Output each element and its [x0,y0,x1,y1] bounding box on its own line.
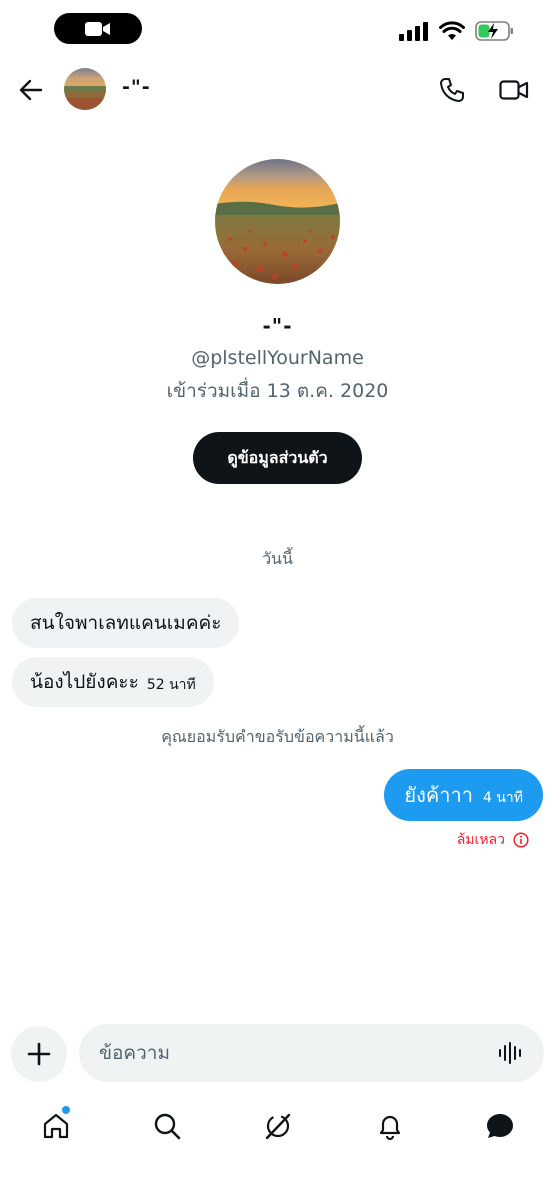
nav-home[interactable] [36,1106,76,1146]
profile-joined-date: เข้าร่วมเมื่อ 13 ต.ค. 2020 [166,380,389,402]
request-accepted-notice: คุณยอมรับคำขอรับข้อความนี้แล้ว [161,727,394,746]
search-icon [154,1113,181,1140]
profile-handle: @plstellYourName [191,347,364,369]
nav-grok[interactable] [258,1106,298,1146]
nav-messages[interactable] [480,1106,520,1146]
message-bubble-incoming[interactable]: น้องไปยังคะะ 52 นาที [12,657,214,707]
home-icon [43,1113,69,1139]
profile-name: -"- [262,314,293,338]
back-button[interactable] [16,75,46,105]
bottom-navigation [0,1100,555,1150]
video-call-button[interactable] [497,74,531,106]
message-text: ยังค้าาา [404,783,473,807]
status-bar [0,0,555,60]
landscape-profile-image [215,159,340,284]
phone-icon [440,78,464,102]
failed-label: ล้มเหลว [456,832,505,848]
message-composer [79,1024,544,1082]
nav-notifications[interactable] [370,1106,410,1146]
voice-message-icon[interactable] [498,1041,524,1065]
video-call-icon [499,80,529,100]
conversation-header: -"- [0,60,555,120]
wifi-icon [439,21,465,40]
nav-search[interactable] [147,1106,187,1146]
add-media-button[interactable] [11,1026,67,1082]
landscape-avatar-image [64,68,106,110]
message-bubble-incoming[interactable]: สนใจพาเลทแคนเมคค่ะ [12,598,240,648]
back-arrow-icon [19,79,43,101]
info-icon [513,832,529,848]
message-bubble-outgoing[interactable]: ยังค้าาา 4 นาที [384,769,543,821]
send-failed-status[interactable]: ล้มเหลว [457,829,529,851]
profile-avatar[interactable] [215,159,340,284]
battery-charging-icon [475,21,513,41]
message-input[interactable] [99,1042,498,1064]
screen-recording-pill [54,13,142,44]
messages-icon [487,1114,513,1138]
header-name[interactable]: -"- [122,76,151,98]
voice-call-button[interactable] [436,74,468,106]
message-time: 52 นาที [146,677,196,693]
signal-icon [399,22,428,41]
video-camera-icon [85,21,110,36]
status-icons [399,20,515,42]
view-profile-button[interactable]: ดูข้อมูลส่วนตัว [193,432,362,484]
grok-icon [265,1113,291,1140]
avatar[interactable] [64,68,106,110]
message-text: น้องไปยังคะะ [30,671,139,693]
notification-dot [62,1106,70,1114]
plus-icon [27,1042,51,1066]
message-time: 4 นาที [482,790,523,806]
message-text: สนใจพาเลทแคนเมคค่ะ [30,612,222,634]
date-separator: วันนี้ [262,549,293,568]
bell-icon [379,1115,401,1141]
